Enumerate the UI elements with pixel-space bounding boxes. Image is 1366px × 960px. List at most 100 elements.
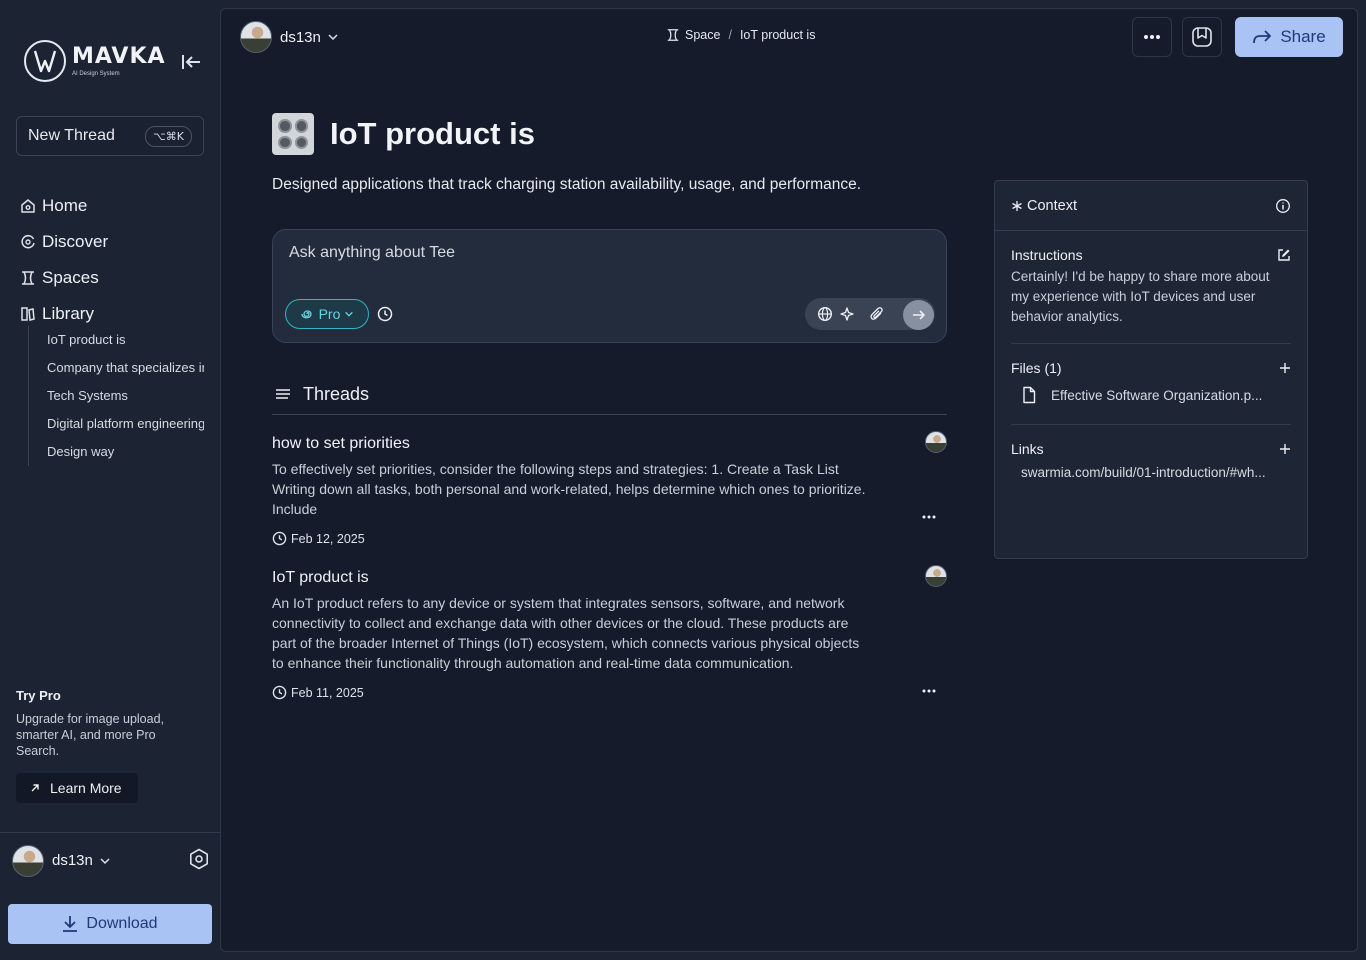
nav-item-spaces[interactable]: Spaces xyxy=(20,260,210,296)
bookmark-icon xyxy=(1192,27,1212,47)
download-icon xyxy=(63,916,78,932)
edit-icon[interactable] xyxy=(1277,248,1291,262)
nav-label-discover: Discover xyxy=(42,232,109,251)
context-title: Context xyxy=(1027,197,1077,214)
arrow-right-icon xyxy=(912,310,925,320)
thread-title[interactable]: IoT product is xyxy=(272,569,947,587)
thread-date: Feb 12, 2025 xyxy=(291,531,365,546)
nav-label-library: Library xyxy=(42,304,94,323)
chevron-down-icon xyxy=(328,34,338,41)
avatar xyxy=(240,21,272,53)
mavka-logo-icon xyxy=(24,40,66,82)
breadcrumb-separator: / xyxy=(728,28,732,42)
library-item[interactable]: IoT product is xyxy=(47,326,204,354)
more-horizontal-icon[interactable] xyxy=(921,683,937,699)
thread-title[interactable]: how to set priorities xyxy=(272,435,947,453)
avatar xyxy=(925,565,947,587)
thread-preview: An IoT product refers to any device or s… xyxy=(272,595,860,671)
learn-more-button[interactable]: Learn More xyxy=(16,773,138,803)
space-description: Designed applications that track chargin… xyxy=(272,176,862,193)
files-section: Files (1) Effective Software Organizatio… xyxy=(1011,344,1291,425)
sparkle-icon[interactable] xyxy=(839,306,855,322)
info-icon[interactable] xyxy=(1275,198,1291,214)
main-panel: ds13n Space / IoT product is Share IoT p… xyxy=(220,8,1358,952)
chevron-down-icon xyxy=(345,311,354,317)
add-link-plus-icon[interactable] xyxy=(1279,443,1291,455)
clock-icon[interactable] xyxy=(377,306,393,322)
threads-header: Threads xyxy=(272,375,947,415)
instructions-text: Certainly! I'd be happy to share more ab… xyxy=(1011,269,1270,324)
space-owner-menu[interactable]: ds13n xyxy=(240,21,339,53)
brand-name: MAVKA xyxy=(72,43,166,69)
library-item[interactable]: Tech Systems xyxy=(47,382,204,410)
new-thread-shortcut: ⌥⌘K xyxy=(145,125,192,147)
thread-date: Feb 11, 2025 xyxy=(291,685,364,700)
collapse-sidebar-icon[interactable] xyxy=(180,52,202,72)
instructions-section: Instructions Certainly! I'd be happy to … xyxy=(1011,231,1291,344)
brand-tagline: AI Design System xyxy=(72,70,120,77)
threads-title: Threads xyxy=(303,384,370,404)
paperclip-icon[interactable] xyxy=(869,306,885,322)
learn-more-label: Learn More xyxy=(50,780,122,796)
download-label: Download xyxy=(86,915,158,932)
share-button[interactable]: Share xyxy=(1235,17,1343,57)
document-icon xyxy=(1023,386,1036,404)
clock-icon xyxy=(272,531,287,546)
thread-preview: To effectively set priorities, consider … xyxy=(272,461,866,517)
instructions-title: Instructions xyxy=(1011,247,1083,263)
send-button[interactable] xyxy=(903,300,934,330)
clock-icon xyxy=(272,685,287,700)
try-pro-card: Try Pro Upgrade for image upload, smarte… xyxy=(16,688,196,759)
more-horizontal-icon[interactable] xyxy=(921,509,937,525)
links-title: Links xyxy=(1011,441,1044,457)
threads-list-icon xyxy=(276,388,290,399)
main-nav: Home Discover Spaces Library xyxy=(20,188,210,332)
globe-icon[interactable] xyxy=(817,306,833,322)
spaces-icon xyxy=(667,29,679,41)
new-thread-button[interactable]: New Thread ⌥⌘K xyxy=(16,116,204,156)
links-section: Links swarmia.com/build/01-introduction/… xyxy=(1011,425,1291,500)
pro-mode-label: Pro xyxy=(318,306,341,322)
more-horizontal-icon xyxy=(1144,35,1160,39)
file-name: Effective Software Organization.p... xyxy=(1051,387,1263,403)
settings-gear-icon[interactable] xyxy=(188,848,210,870)
context-header: Context xyxy=(995,181,1307,231)
thread-item[interactable]: how to set priorities To effectively set… xyxy=(272,431,947,546)
space-title: IoT product is xyxy=(330,116,535,151)
library-list: IoT product is Company that specializes … xyxy=(28,326,204,466)
bookmark-button[interactable] xyxy=(1182,17,1222,57)
more-options-button[interactable] xyxy=(1132,17,1172,57)
library-item[interactable]: Company that specializes in xyxy=(47,354,204,382)
nav-item-home[interactable]: Home xyxy=(20,188,210,224)
space-emoji-icon[interactable] xyxy=(272,113,314,155)
ask-input[interactable] xyxy=(289,244,889,262)
home-icon xyxy=(21,199,35,213)
nav-item-discover[interactable]: Discover xyxy=(20,224,210,260)
user-menu[interactable]: ds13n xyxy=(0,832,220,888)
breadcrumb-space[interactable]: Space xyxy=(685,28,720,42)
brand-logo[interactable]: MAVKA AI Design System xyxy=(24,40,166,82)
library-item[interactable]: Digital platform engineering xyxy=(47,410,204,438)
ask-box: Pro xyxy=(272,229,947,343)
try-pro-text: Upgrade for image upload, smarter AI, an… xyxy=(16,712,165,758)
share-arrow-icon xyxy=(1253,30,1272,44)
breadcrumb-current: IoT product is xyxy=(739,28,816,42)
share-label: Share xyxy=(1280,27,1326,46)
add-file-plus-icon[interactable] xyxy=(1279,362,1291,374)
file-item[interactable]: Effective Software Organization.p... xyxy=(1011,386,1291,424)
pro-mode-selector[interactable]: Pro xyxy=(285,299,369,329)
pro-spiral-icon xyxy=(300,310,312,319)
chevron-down-icon xyxy=(100,857,110,864)
arrow-up-right-icon xyxy=(31,784,39,792)
download-button[interactable]: Download xyxy=(8,904,212,944)
library-item[interactable]: Design way xyxy=(47,438,204,466)
sidebar: MAVKA AI Design System New Thread ⌥⌘K Ho… xyxy=(0,0,220,960)
link-item[interactable]: swarmia.com/build/01-introduction/#wh... xyxy=(1011,465,1291,500)
avatar xyxy=(925,431,947,453)
breadcrumb: Space / IoT product is xyxy=(666,28,815,42)
files-title: Files (1) xyxy=(1011,360,1062,376)
thread-item[interactable]: IoT product is An IoT product refers to … xyxy=(272,565,947,700)
thread-date-row: Feb 12, 2025 xyxy=(272,531,947,546)
try-pro-title: Try Pro xyxy=(16,688,61,703)
avatar xyxy=(12,844,44,877)
